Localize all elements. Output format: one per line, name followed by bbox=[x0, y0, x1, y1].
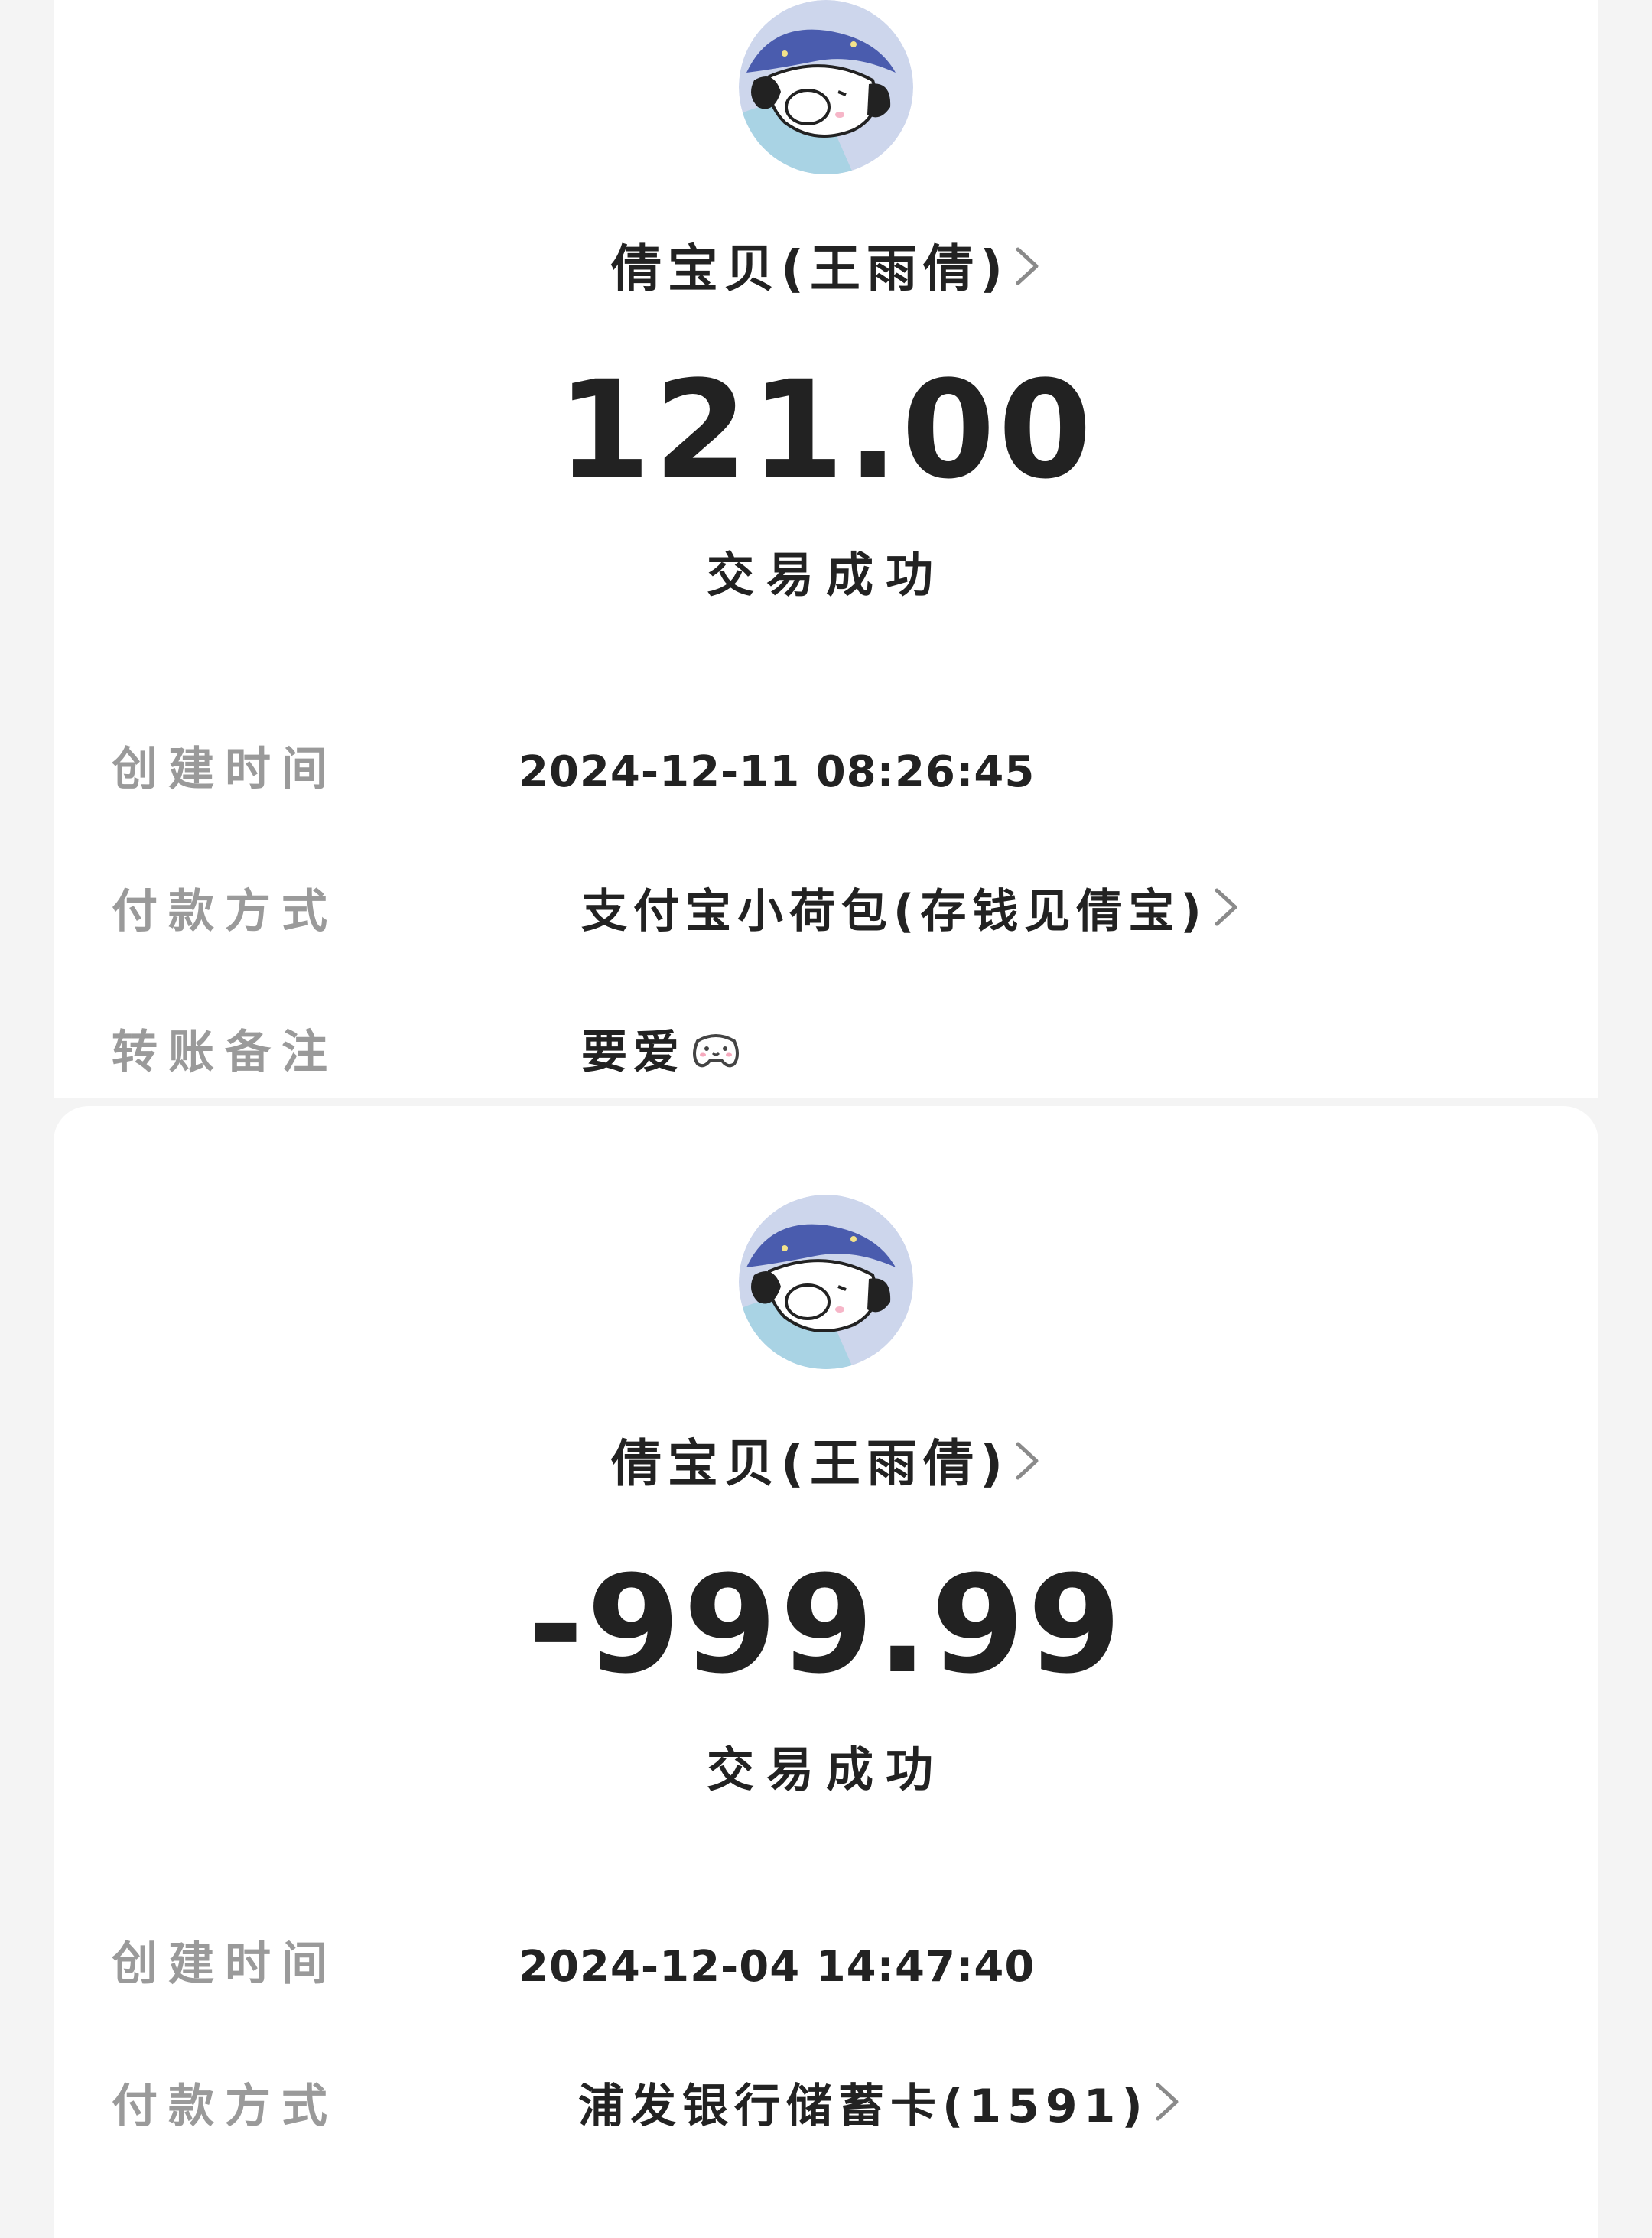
transfer-note-value: 要爱 bbox=[581, 1026, 685, 1079]
gamepad-face-emoji-icon bbox=[690, 1026, 742, 1084]
payment-method-label: 付款方式 bbox=[112, 885, 338, 938]
transaction-card-2: 倩宝贝(王雨倩) -999.99 交易成功 创建时间 2024-12-04 14… bbox=[54, 1106, 1598, 2238]
transaction-amount: -999.99 bbox=[527, 1547, 1125, 1703]
contact-name: 倩宝贝(王雨倩) bbox=[610, 1434, 1010, 1493]
avatar[interactable] bbox=[739, 0, 913, 174]
contact-name-row[interactable]: 倩宝贝(王雨倩) bbox=[54, 239, 1598, 303]
transaction-card-1: 倩宝贝(王雨倩) 121.00 交易成功 创建时间 2024-12-11 08:… bbox=[54, 0, 1598, 1098]
created-time-label: 创建时间 bbox=[112, 743, 338, 796]
transaction-status: 交易成功 bbox=[706, 1742, 945, 1797]
chevron-right-icon bbox=[1013, 1436, 1041, 1498]
cartoon-dog-avatar-icon bbox=[739, 1195, 913, 1369]
transfer-note-label: 转账备注 bbox=[112, 1026, 338, 1079]
cartoon-dog-avatar-icon bbox=[739, 0, 913, 174]
chevron-right-icon bbox=[1153, 2079, 1181, 2139]
chevron-right-icon bbox=[1013, 242, 1041, 303]
created-time-value: 2024-12-11 08:26:45 bbox=[519, 747, 1036, 797]
avatar[interactable] bbox=[739, 1195, 913, 1369]
chevron-right-icon bbox=[1212, 884, 1240, 944]
transfer-note-row: 要爱 bbox=[581, 1023, 742, 1084]
created-time-value: 2024-12-04 14:47:40 bbox=[519, 1942, 1036, 1992]
payment-method-row[interactable]: 浦发银行储蓄卡(1591) bbox=[578, 2077, 1181, 2139]
transaction-amount: 121.00 bbox=[557, 352, 1095, 509]
transaction-status: 交易成功 bbox=[706, 547, 945, 603]
created-time-label: 创建时间 bbox=[112, 1937, 338, 1991]
payment-method-label: 付款方式 bbox=[112, 2080, 338, 2133]
contact-name-row[interactable]: 倩宝贝(王雨倩) bbox=[54, 1433, 1598, 1498]
payment-method-value: 支付宝小荷包(存钱见倩宝) bbox=[581, 885, 1208, 938]
payment-method-row[interactable]: 支付宝小荷包(存钱见倩宝) bbox=[581, 883, 1240, 944]
contact-name: 倩宝贝(王雨倩) bbox=[610, 239, 1010, 298]
payment-method-value: 浦发银行储蓄卡(1591) bbox=[578, 2080, 1149, 2133]
